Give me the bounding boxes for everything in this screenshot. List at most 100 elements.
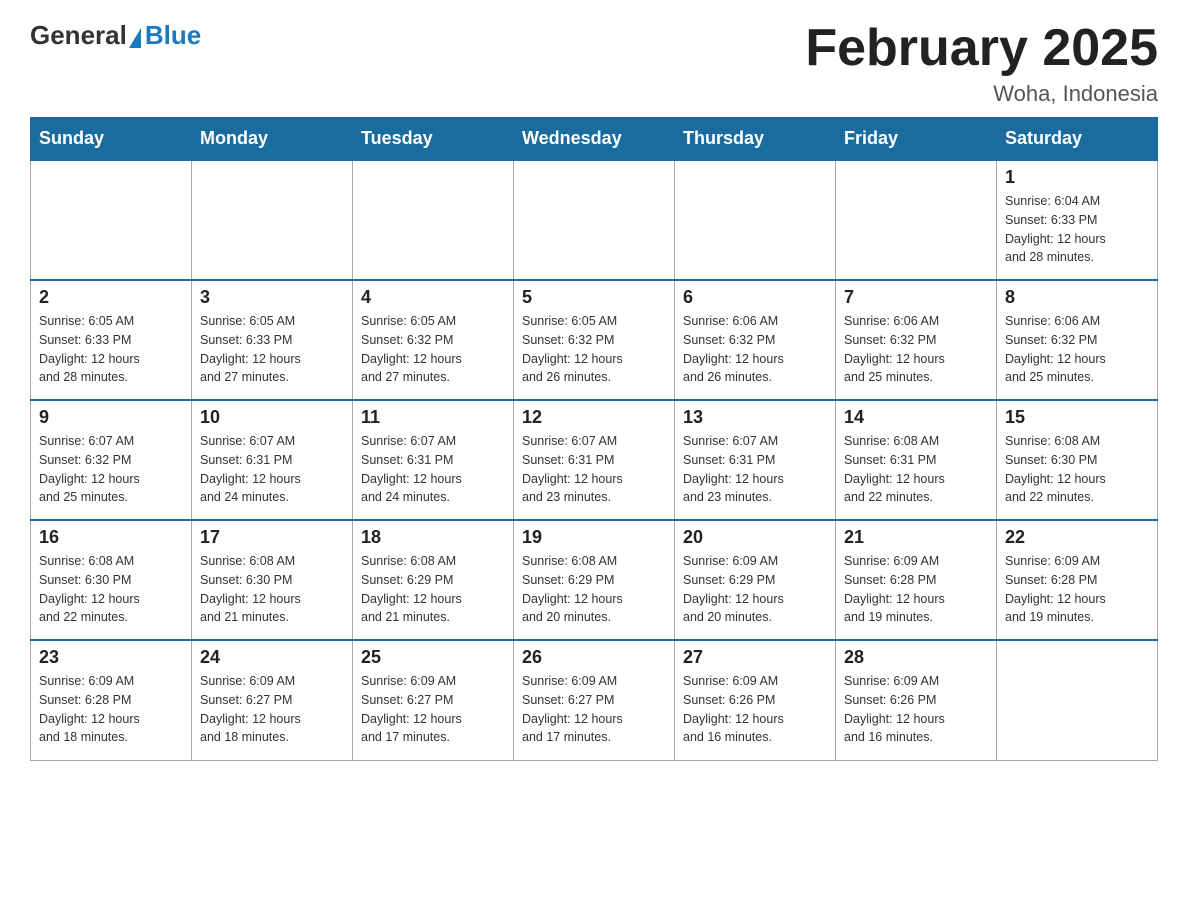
day-number: 11 xyxy=(361,407,505,428)
calendar-cell: 5 Sunrise: 6:05 AMSunset: 6:32 PMDaylight… xyxy=(514,280,675,400)
day-number: 18 xyxy=(361,527,505,548)
day-info: Sunrise: 6:06 AMSunset: 6:32 PMDaylight:… xyxy=(1005,312,1149,387)
calendar-cell: 11Sunrise: 6:07 AMSunset: 6:31 PMDayligh… xyxy=(353,400,514,520)
day-info: Sunrise: 6:08 AMSunset: 6:30 PMDaylight:… xyxy=(1005,432,1149,507)
day-number: 2 xyxy=(39,287,183,308)
calendar-week-row: 16 Sunrise: 6:08 AMSunset: 6:30 PMDayligh… xyxy=(31,520,1158,640)
calendar-cell xyxy=(997,640,1158,760)
day-number: 12 xyxy=(522,407,666,428)
day-info: Sunrise: 6:09 AMSunset: 6:27 PMDaylight:… xyxy=(361,672,505,747)
day-info: Sunrise: 6:09 AMSunset: 6:29 PMDaylight:… xyxy=(683,552,827,627)
day-number: 7 xyxy=(844,287,988,308)
logo: General Blue xyxy=(30,20,201,51)
calendar-cell: 19Sunrise: 6:08 AMSunset: 6:29 PMDayligh… xyxy=(514,520,675,640)
day-info: Sunrise: 6:09 AMSunset: 6:27 PMDaylight:… xyxy=(200,672,344,747)
calendar-cell xyxy=(675,160,836,280)
day-info: Sunrise: 6:05 AMSunset: 6:32 PMDaylight:… xyxy=(361,312,505,387)
day-info: Sunrise: 6:07 AMSunset: 6:31 PMDaylight:… xyxy=(522,432,666,507)
day-number: 26 xyxy=(522,647,666,668)
calendar-cell: 21 Sunrise: 6:09 AMSunset: 6:28 PMDayligh… xyxy=(836,520,997,640)
calendar-cell: 2 Sunrise: 6:05 AMSunset: 6:33 PMDaylight… xyxy=(31,280,192,400)
calendar-cell: 18 Sunrise: 6:08 AMSunset: 6:29 PMDayligh… xyxy=(353,520,514,640)
logo-blue: Blue xyxy=(145,20,201,51)
calendar-cell: 28Sunrise: 6:09 AMSunset: 6:26 PMDayligh… xyxy=(836,640,997,760)
day-number: 5 xyxy=(522,287,666,308)
day-info: Sunrise: 6:09 AMSunset: 6:28 PMDaylight:… xyxy=(1005,552,1149,627)
day-number: 16 xyxy=(39,527,183,548)
day-number: 20 xyxy=(683,527,827,548)
day-info: Sunrise: 6:05 AMSunset: 6:33 PMDaylight:… xyxy=(200,312,344,387)
logo-general: General xyxy=(30,20,127,51)
day-number: 4 xyxy=(361,287,505,308)
column-header-friday: Friday xyxy=(836,118,997,161)
day-info: Sunrise: 6:09 AMSunset: 6:28 PMDaylight:… xyxy=(844,552,988,627)
calendar-cell: 9 Sunrise: 6:07 AMSunset: 6:32 PMDaylight… xyxy=(31,400,192,520)
calendar-cell xyxy=(514,160,675,280)
day-number: 25 xyxy=(361,647,505,668)
day-info: Sunrise: 6:08 AMSunset: 6:31 PMDaylight:… xyxy=(844,432,988,507)
day-info: Sunrise: 6:06 AMSunset: 6:32 PMDaylight:… xyxy=(683,312,827,387)
day-number: 23 xyxy=(39,647,183,668)
day-number: 21 xyxy=(844,527,988,548)
day-number: 15 xyxy=(1005,407,1149,428)
day-info: Sunrise: 6:09 AMSunset: 6:26 PMDaylight:… xyxy=(683,672,827,747)
logo-triangle-icon xyxy=(129,28,141,48)
calendar-cell: 14Sunrise: 6:08 AMSunset: 6:31 PMDayligh… xyxy=(836,400,997,520)
day-number: 28 xyxy=(844,647,988,668)
calendar-cell: 8Sunrise: 6:06 AMSunset: 6:32 PMDaylight… xyxy=(997,280,1158,400)
day-info: Sunrise: 6:09 AMSunset: 6:28 PMDaylight:… xyxy=(39,672,183,747)
day-number: 27 xyxy=(683,647,827,668)
day-info: Sunrise: 6:05 AMSunset: 6:33 PMDaylight:… xyxy=(39,312,183,387)
calendar-cell: 25 Sunrise: 6:09 AMSunset: 6:27 PMDayligh… xyxy=(353,640,514,760)
calendar-subtitle: Woha, Indonesia xyxy=(805,81,1158,107)
calendar-week-row: 1 Sunrise: 6:04 AMSunset: 6:33 PMDaylight… xyxy=(31,160,1158,280)
day-number: 3 xyxy=(200,287,344,308)
day-number: 6 xyxy=(683,287,827,308)
calendar-cell: 20 Sunrise: 6:09 AMSunset: 6:29 PMDayligh… xyxy=(675,520,836,640)
calendar-cell: 13 Sunrise: 6:07 AMSunset: 6:31 PMDayligh… xyxy=(675,400,836,520)
calendar-cell: 15 Sunrise: 6:08 AMSunset: 6:30 PMDayligh… xyxy=(997,400,1158,520)
day-info: Sunrise: 6:06 AMSunset: 6:32 PMDaylight:… xyxy=(844,312,988,387)
calendar-week-row: 23 Sunrise: 6:09 AMSunset: 6:28 PMDayligh… xyxy=(31,640,1158,760)
day-number: 22 xyxy=(1005,527,1149,548)
day-number: 24 xyxy=(200,647,344,668)
calendar-cell xyxy=(192,160,353,280)
day-number: 17 xyxy=(200,527,344,548)
day-number: 10 xyxy=(200,407,344,428)
calendar-cell: 6 Sunrise: 6:06 AMSunset: 6:32 PMDaylight… xyxy=(675,280,836,400)
day-info: Sunrise: 6:04 AMSunset: 6:33 PMDaylight:… xyxy=(1005,192,1149,267)
calendar-cell: 26 Sunrise: 6:09 AMSunset: 6:27 PMDayligh… xyxy=(514,640,675,760)
calendar-title: February 2025 xyxy=(805,20,1158,77)
column-header-thursday: Thursday xyxy=(675,118,836,161)
page-header: General Blue February 2025 Woha, Indones… xyxy=(30,20,1158,107)
day-info: Sunrise: 6:07 AMSunset: 6:31 PMDaylight:… xyxy=(683,432,827,507)
calendar-cell xyxy=(836,160,997,280)
calendar-cell: 17 Sunrise: 6:08 AMSunset: 6:30 PMDayligh… xyxy=(192,520,353,640)
calendar-cell: 7 Sunrise: 6:06 AMSunset: 6:32 PMDaylight… xyxy=(836,280,997,400)
day-number: 13 xyxy=(683,407,827,428)
calendar-cell: 23 Sunrise: 6:09 AMSunset: 6:28 PMDayligh… xyxy=(31,640,192,760)
day-number: 1 xyxy=(1005,167,1149,188)
column-header-saturday: Saturday xyxy=(997,118,1158,161)
title-section: February 2025 Woha, Indonesia xyxy=(805,20,1158,107)
calendar-cell: 16 Sunrise: 6:08 AMSunset: 6:30 PMDayligh… xyxy=(31,520,192,640)
day-info: Sunrise: 6:07 AMSunset: 6:32 PMDaylight:… xyxy=(39,432,183,507)
day-info: Sunrise: 6:08 AMSunset: 6:29 PMDaylight:… xyxy=(361,552,505,627)
calendar-cell: 22 Sunrise: 6:09 AMSunset: 6:28 PMDayligh… xyxy=(997,520,1158,640)
calendar-header-row: SundayMondayTuesdayWednesdayThursdayFrid… xyxy=(31,118,1158,161)
day-info: Sunrise: 6:08 AMSunset: 6:29 PMDaylight:… xyxy=(522,552,666,627)
calendar-cell xyxy=(31,160,192,280)
day-info: Sunrise: 6:09 AMSunset: 6:27 PMDaylight:… xyxy=(522,672,666,747)
calendar-cell: 24 Sunrise: 6:09 AMSunset: 6:27 PMDayligh… xyxy=(192,640,353,760)
day-info: Sunrise: 6:08 AMSunset: 6:30 PMDaylight:… xyxy=(39,552,183,627)
calendar-cell: 10Sunrise: 6:07 AMSunset: 6:31 PMDayligh… xyxy=(192,400,353,520)
day-info: Sunrise: 6:05 AMSunset: 6:32 PMDaylight:… xyxy=(522,312,666,387)
calendar-cell: 3 Sunrise: 6:05 AMSunset: 6:33 PMDaylight… xyxy=(192,280,353,400)
calendar-cell xyxy=(353,160,514,280)
day-info: Sunrise: 6:08 AMSunset: 6:30 PMDaylight:… xyxy=(200,552,344,627)
calendar-week-row: 2 Sunrise: 6:05 AMSunset: 6:33 PMDaylight… xyxy=(31,280,1158,400)
day-number: 9 xyxy=(39,407,183,428)
calendar-cell: 4 Sunrise: 6:05 AMSunset: 6:32 PMDaylight… xyxy=(353,280,514,400)
column-header-sunday: Sunday xyxy=(31,118,192,161)
calendar-cell: 27 Sunrise: 6:09 AMSunset: 6:26 PMDayligh… xyxy=(675,640,836,760)
